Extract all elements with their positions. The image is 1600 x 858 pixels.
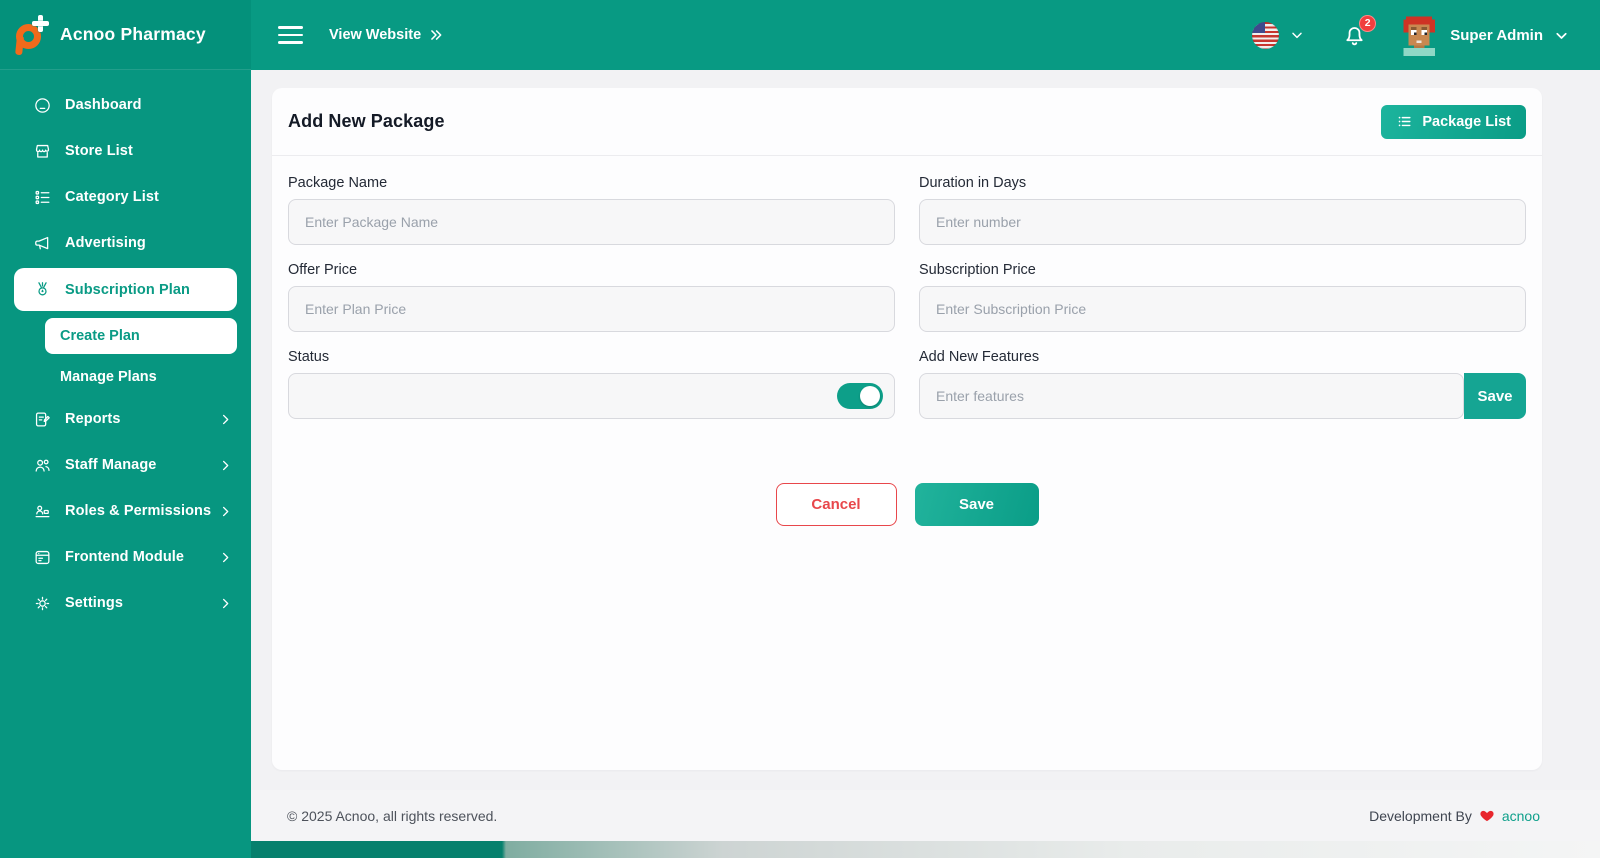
content-area: Add New Package Package List Package Nam… (251, 70, 1600, 790)
chevron-right-icon (218, 458, 233, 473)
main-column: View Website 2 (251, 0, 1600, 858)
sidebar-item-label: Category List (65, 189, 159, 205)
sidebar-item-subscription-plan[interactable]: Subscription Plan (14, 268, 237, 311)
notifications-button[interactable]: 2 (1341, 22, 1368, 49)
sidebar-item-store-list[interactable]: Store List (0, 128, 251, 174)
award-icon (33, 280, 52, 299)
sidebar-item-frontend-module[interactable]: Frontend Module (0, 534, 251, 580)
sidebar-item-staff-manage[interactable]: Staff Manage (0, 442, 251, 488)
page-title: Add New Package (288, 111, 445, 132)
heart-icon (1478, 808, 1496, 823)
status-box (288, 373, 895, 419)
report-icon (33, 410, 52, 429)
sidebar-item-dashboard[interactable]: Dashboard (0, 82, 251, 128)
chevron-down-icon (1553, 27, 1570, 44)
sidebar-subitem-create-plan[interactable]: Create Plan (45, 318, 237, 354)
chevron-right-icon (218, 550, 233, 565)
status-label: Status (288, 349, 895, 365)
sidebar-item-reports[interactable]: Reports (0, 396, 251, 442)
offer-price-field-group: Offer Price (288, 262, 895, 332)
chevron-right-icon (218, 596, 233, 611)
developer-link[interactable]: acnoo (1502, 808, 1540, 824)
subscription-price-field-group: Subscription Price (919, 262, 1526, 332)
status-field-group: Status (288, 349, 895, 419)
features-label: Add New Features (919, 349, 1526, 365)
chevron-down-icon (1289, 27, 1305, 43)
app-root: Acnoo Pharmacy Dashboard Store List Cate (0, 0, 1600, 858)
dashboard-icon (33, 96, 52, 115)
cancel-button[interactable]: Cancel (776, 483, 897, 526)
sidebar-item-label: Subscription Plan (65, 282, 190, 298)
add-package-form: Package Name Duration in Days Offer Pric… (272, 156, 1542, 526)
user-name: Super Admin (1450, 27, 1543, 44)
megaphone-icon (33, 234, 52, 253)
sidebar-subitem-label: Create Plan (60, 328, 140, 344)
chevron-right-icon (218, 412, 233, 427)
sidebar-item-category-list[interactable]: Category List (0, 174, 251, 220)
brand-logo[interactable]: Acnoo Pharmacy (0, 0, 251, 70)
status-toggle[interactable] (837, 383, 883, 409)
gear-icon (33, 594, 52, 613)
sidebar-item-label: Settings (65, 595, 123, 611)
browser-window-icon (33, 548, 52, 567)
offer-price-label: Offer Price (288, 262, 895, 278)
duration-label: Duration in Days (919, 175, 1526, 191)
sidebar-item-label: Advertising (65, 235, 146, 251)
features-field-group: Add New Features Save (919, 349, 1526, 419)
sidebar-item-label: Dashboard (65, 97, 142, 113)
save-button[interactable]: Save (915, 483, 1039, 526)
package-name-field-group: Package Name (288, 175, 895, 245)
category-list-icon (33, 188, 52, 207)
pharmacy-logo-icon (14, 13, 50, 57)
duration-input[interactable] (919, 199, 1526, 245)
brand-name: Acnoo Pharmacy (60, 24, 206, 45)
duration-field-group: Duration in Days (919, 175, 1526, 245)
sidebar-item-roles-permissions[interactable]: Roles & Permissions (0, 488, 251, 534)
features-save-button[interactable]: Save (1464, 373, 1526, 419)
sidebar-item-label: Frontend Module (65, 549, 184, 565)
user-avatar (1398, 14, 1440, 56)
offer-price-input[interactable] (288, 286, 895, 332)
copyright-text: © 2025 Acnoo, all rights reserved. (287, 808, 497, 824)
package-list-button[interactable]: Package List (1381, 105, 1526, 139)
sidebar-subitem-label: Manage Plans (60, 369, 157, 385)
subscription-price-label: Subscription Price (919, 262, 1526, 278)
package-name-input[interactable] (288, 199, 895, 245)
features-input[interactable] (919, 373, 1464, 419)
sidebar-item-advertising[interactable]: Advertising (0, 220, 251, 266)
staff-icon (33, 456, 52, 475)
sidebar: Acnoo Pharmacy Dashboard Store List Cate (0, 0, 251, 858)
roles-icon (33, 502, 52, 521)
sidebar-subitem-manage-plans[interactable]: Manage Plans (0, 358, 251, 396)
us-flag-icon (1252, 22, 1279, 49)
view-website-label: View Website (329, 27, 421, 43)
chevron-right-icon (218, 504, 233, 519)
view-website-link[interactable]: View Website (329, 27, 444, 43)
user-menu[interactable]: Super Admin (1398, 14, 1570, 56)
bottom-edge-strip (251, 841, 1600, 858)
sidebar-menu: Dashboard Store List Category List Adver… (0, 70, 251, 626)
language-selector[interactable] (1252, 22, 1305, 49)
notification-badge: 2 (1359, 15, 1376, 32)
sidebar-item-label: Staff Manage (65, 457, 156, 473)
footer: © 2025 Acnoo, all rights reserved. Devel… (251, 790, 1600, 841)
package-name-label: Package Name (288, 175, 895, 191)
topbar: View Website 2 (251, 0, 1600, 70)
double-chevron-right-icon (428, 28, 444, 42)
sidebar-item-label: Reports (65, 411, 121, 427)
sidebar-item-label: Roles & Permissions (65, 503, 211, 519)
development-by-text: Development By (1369, 808, 1472, 824)
add-package-card: Add New Package Package List Package Nam… (272, 88, 1542, 770)
store-icon (33, 142, 52, 161)
subscription-price-input[interactable] (919, 286, 1526, 332)
sidebar-item-settings[interactable]: Settings (0, 580, 251, 626)
package-list-label: Package List (1422, 114, 1511, 130)
sidebar-item-label: Store List (65, 143, 133, 159)
hamburger-menu-icon[interactable] (278, 22, 303, 48)
list-icon (1396, 113, 1413, 130)
